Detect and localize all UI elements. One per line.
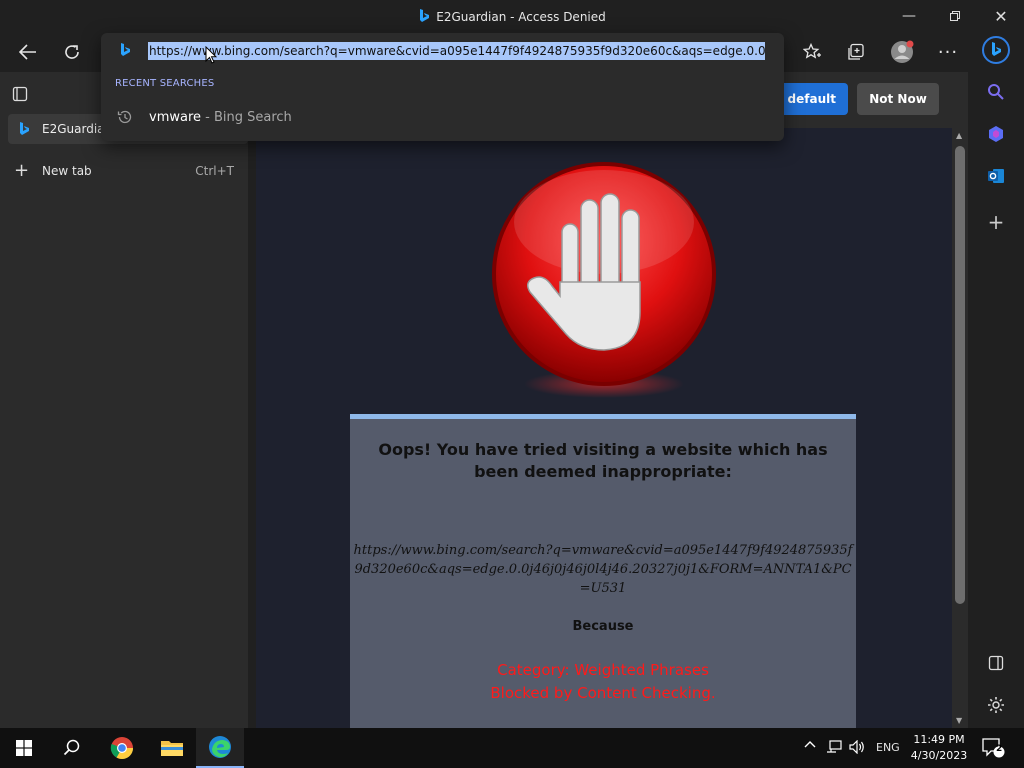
add-sidebar-app-icon[interactable]: + [982,208,1010,236]
new-tab-button[interactable]: + New tab Ctrl+T [14,160,240,182]
file-explorer-icon[interactable] [148,728,196,768]
clock-date: 4/30/2023 [910,749,968,762]
suggestion-source: - Bing Search [205,110,292,125]
minimize-button[interactable]: — [886,0,932,32]
block-reason: Category: Weighted Phrases Blocked by Co… [350,659,856,705]
window-title-text: E2Guardian - Access Denied [436,10,606,24]
scroll-down-arrow-icon[interactable]: ▼ [956,716,962,725]
taskbar-search-icon[interactable] [48,728,96,768]
show-hidden-icons-chevron-up-icon[interactable] [803,738,817,755]
taskbar-clock[interactable]: 11:49 PM 4/30/2023 [904,732,974,764]
favorites-icon[interactable] [796,36,828,68]
title-bar: E2Guardian - Access Denied — ✕ [0,0,1024,32]
profile-avatar[interactable] [886,36,918,68]
edge-sidebar: + [968,32,1024,728]
page-content: Oops! You have tried visiting a website … [256,128,952,728]
mouse-pointer-icon [205,45,218,67]
history-icon [117,109,133,128]
block-method: Blocked by Content Checking. [490,684,716,702]
bing-chat-icon[interactable] [982,36,1010,64]
windows-taskbar: ENG 11:49 PM 4/30/2023 2 [0,728,1024,768]
close-window-button[interactable]: ✕ [978,0,1024,32]
access-denied-panel: Oops! You have tried visiting a website … [350,414,856,728]
plus-icon: + [14,160,30,181]
because-label: Because [572,619,634,634]
scrollbar-thumb[interactable] [955,146,965,604]
search-icon[interactable] [982,78,1010,106]
bing-icon [418,9,430,26]
network-icon[interactable] [826,740,842,757]
refresh-button[interactable] [56,36,88,68]
bing-favicon-icon [18,122,30,139]
volume-icon[interactable] [849,739,865,757]
outlook-icon[interactable] [982,162,1010,190]
bing-search-icon [119,43,131,60]
tab-title: E2Guardian [42,122,102,136]
back-button[interactable] [12,36,44,68]
input-language[interactable]: ENG [876,741,900,754]
suggestion-text: vmware - Bing Search [149,110,292,125]
chrome-icon[interactable] [98,728,146,768]
clock-time: 11:49 PM [913,733,965,746]
restore-button[interactable] [932,0,978,32]
notifications-icon[interactable]: 2 [982,738,1006,761]
page-scrollbar[interactable]: ▲ ▼ [952,128,968,728]
vertical-tabs-pane: E2Guardian + New tab Ctrl+T [0,72,248,728]
address-bar-dropdown: https://www.bing.com/search?q=vmware&cvi… [101,33,784,141]
sidebar-settings-gear-icon[interactable] [982,691,1010,719]
window-title: E2Guardian - Access Denied [0,9,1024,26]
recent-searches-heading: RECENT SEARCHES [115,78,215,89]
scroll-up-arrow-icon[interactable]: ▲ [956,131,962,140]
edge-taskbar-icon[interactable] [196,728,244,768]
more-options-icon[interactable]: ··· [932,36,964,68]
office-icon[interactable] [982,120,1010,148]
blocked-url: https://www.bing.com/search?q=vmware&cvi… [353,543,853,596]
block-category: Category: Weighted Phrases [497,661,709,679]
not-now-button[interactable]: Not Now [857,83,939,115]
new-tab-shortcut: Ctrl+T [195,164,234,178]
hide-sidebar-icon[interactable] [982,649,1010,677]
tab-actions-icon[interactable] [12,86,28,105]
collections-icon[interactable] [840,36,872,68]
stop-hand-icon [488,162,720,405]
denied-message: Oops! You have tried visiting a website … [378,440,828,481]
start-button-windows-icon[interactable] [0,728,48,768]
address-input[interactable]: https://www.bing.com/search?q=vmware&cvi… [148,42,765,60]
new-tab-label: New tab [42,164,92,178]
notification-count: 2 [996,744,1003,754]
recent-search-item[interactable]: vmware - Bing Search [101,103,784,131]
suggestion-query: vmware [149,110,202,125]
